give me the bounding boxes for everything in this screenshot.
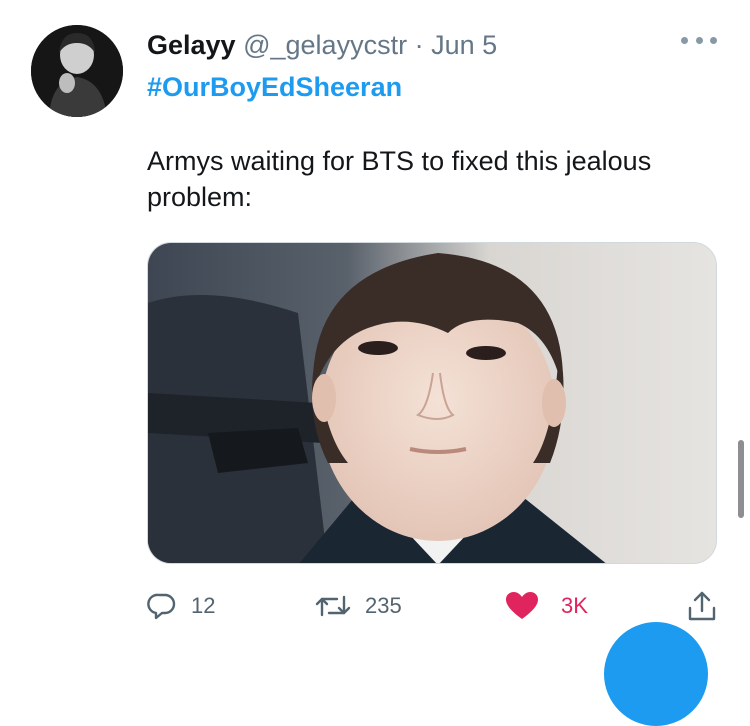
tweet-date[interactable]: Jun 5: [431, 30, 497, 60]
scrollbar-thumb[interactable]: [738, 440, 744, 518]
retweet-icon: [315, 595, 351, 617]
compose-tweet-button[interactable]: [604, 622, 708, 726]
reply-count: 12: [191, 593, 216, 618]
retweet-button[interactable]: 235: [315, 588, 402, 624]
heart-icon: [506, 592, 538, 619]
reply-button[interactable]: 12: [147, 588, 215, 624]
tweet-header: Gelayy @_gelayycstr · Jun 5: [147, 28, 497, 62]
author-name[interactable]: Gelayy: [147, 30, 236, 60]
share-button[interactable]: [687, 588, 717, 624]
like-button[interactable]: 3K: [505, 588, 588, 624]
more-horizontal-icon[interactable]: [681, 30, 717, 50]
tweet-text: Armys waiting for BTS to fixed this jeal…: [147, 146, 652, 212]
reply-icon: [147, 593, 176, 620]
author-handle[interactable]: @_gelayycstr: [243, 30, 407, 60]
separator-dot: ·: [414, 30, 424, 60]
share-icon: [688, 591, 716, 621]
tweet-actions: 12 235 3K: [147, 588, 727, 624]
media-photo: [148, 243, 716, 563]
hashtag-link[interactable]: #OurBoyEdSheeran: [147, 70, 402, 104]
retweet-count: 235: [365, 593, 402, 618]
avatar[interactable]: [31, 25, 123, 117]
avatar-image: [31, 25, 123, 117]
like-count: 3K: [561, 593, 588, 618]
tweet-media-image[interactable]: [147, 242, 717, 564]
